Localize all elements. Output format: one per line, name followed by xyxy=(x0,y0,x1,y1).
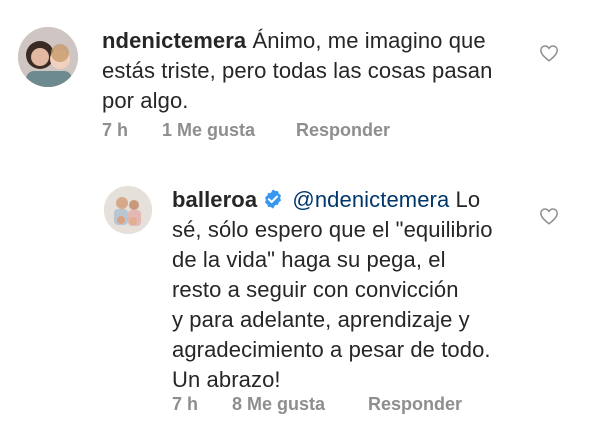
comment-body: sé, sólo espero que el "equilibrio de la… xyxy=(172,217,493,392)
user-avatar-photo xyxy=(18,27,78,87)
comment-text: ndenictemera Ánimo, me imagino que estás… xyxy=(102,26,572,116)
likes-count[interactable]: 1 Me gusta xyxy=(162,120,296,141)
comment-text: balleroa @ndenictemera Lo sé, sólo esper… xyxy=(172,185,567,395)
reply-button[interactable]: Responder xyxy=(296,120,390,141)
comment-time: 7 h xyxy=(172,394,199,414)
comment-body-first: Lo xyxy=(455,187,481,212)
comment-time: 7 h xyxy=(102,120,129,140)
mention-link[interactable]: @ndenictemera xyxy=(292,187,449,212)
avatar[interactable] xyxy=(104,186,152,234)
likes-count[interactable]: 8 Me gusta xyxy=(232,394,368,415)
comment-meta: 7 h 8 Me gusta Responder xyxy=(172,394,462,415)
user-avatar-photo xyxy=(104,186,152,234)
heart-outline-icon[interactable] xyxy=(539,44,559,62)
heart-outline-icon[interactable] xyxy=(539,207,559,225)
reply-button[interactable]: Responder xyxy=(368,394,462,415)
username[interactable]: balleroa xyxy=(172,187,257,212)
comment-meta: 7 h 1 Me gusta Responder xyxy=(102,120,390,141)
verified-badge-icon xyxy=(265,189,282,209)
username[interactable]: ndenictemera xyxy=(102,28,246,53)
avatar[interactable] xyxy=(18,27,78,87)
